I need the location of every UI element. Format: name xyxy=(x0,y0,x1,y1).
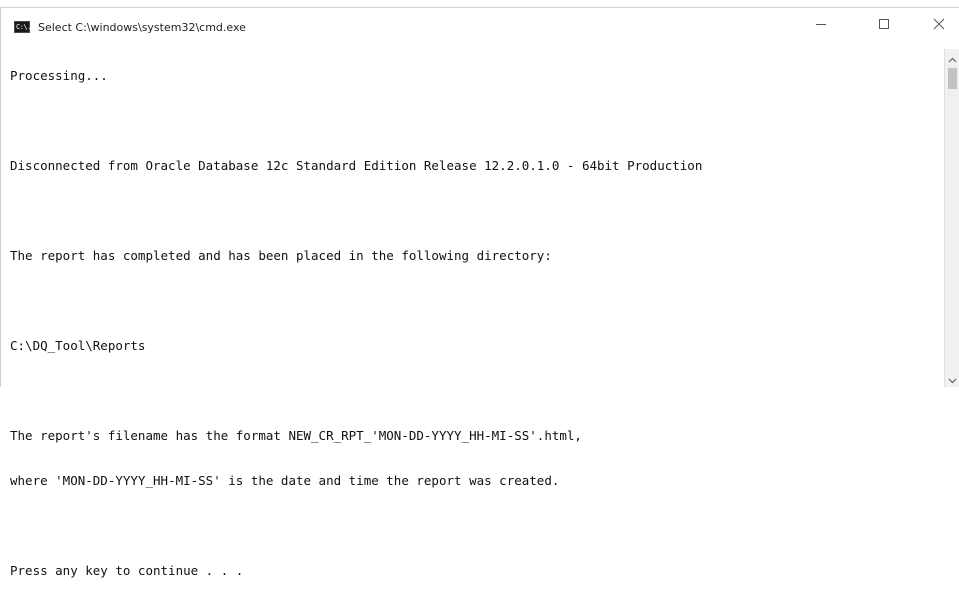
chevron-up-icon xyxy=(948,50,957,68)
vertical-scrollbar[interactable] xyxy=(944,49,959,387)
console-line: Processing... xyxy=(10,68,108,83)
scrollbar-thumb[interactable] xyxy=(948,68,957,89)
console-line: The report's filename has the format NEW… xyxy=(10,428,582,443)
close-icon xyxy=(933,18,945,30)
console-line: Disconnected from Oracle Database 12c St… xyxy=(10,158,703,173)
console-line: Press any key to continue . . . xyxy=(10,563,244,578)
cmd-app-icon[interactable]: C:\. xyxy=(14,21,31,33)
close-button[interactable] xyxy=(916,8,959,40)
scroll-down-button[interactable] xyxy=(945,372,959,387)
cmd-window: C:\. Select C:\windows\system32\cmd.exe … xyxy=(0,0,959,578)
maximize-icon xyxy=(878,18,890,30)
minimize-button[interactable] xyxy=(798,8,844,40)
cmd-icon-glyph: C:\. xyxy=(16,23,31,31)
console-line: C:\DQ_Tool\Reports xyxy=(10,338,146,353)
console-line: where 'MON-DD-YYYY_HH-MI-SS' is the date… xyxy=(10,473,560,488)
scroll-up-button[interactable] xyxy=(945,51,959,66)
console-output: Processing... Disconnected from Oracle D… xyxy=(10,38,940,608)
window-title: Select C:\windows\system32\cmd.exe xyxy=(38,21,246,34)
maximize-button[interactable] xyxy=(861,8,907,40)
console-line: The report has completed and has been pl… xyxy=(10,248,552,263)
minimize-icon xyxy=(815,18,827,30)
chevron-down-icon xyxy=(948,371,957,389)
